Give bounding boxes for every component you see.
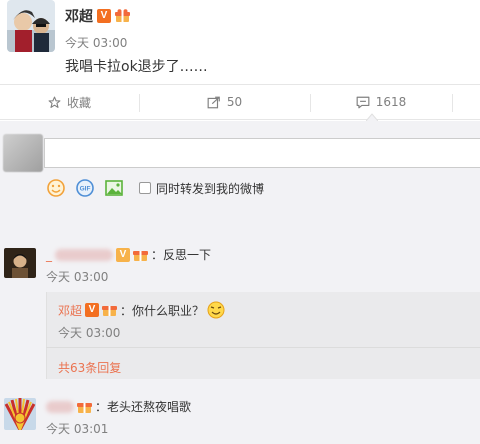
comment-input[interactable] <box>44 138 480 168</box>
gift-badge-icon <box>115 9 130 22</box>
svg-text:GIF: GIF <box>80 186 91 193</box>
reply-time: 今天 03:00 <box>58 326 121 340</box>
my-avatar <box>3 134 43 172</box>
commenter-name[interactable]: _ <box>46 248 52 262</box>
gift-badge-icon <box>77 402 92 413</box>
forward-to-my-weibo-option[interactable]: 同时转发到我的微博 <box>139 180 264 197</box>
reply-line: 邓超 V ：你什么职业？ <box>58 301 225 319</box>
comment-icon <box>356 96 370 108</box>
reply-author-name[interactable]: 邓超 <box>58 302 82 319</box>
like-button[interactable] <box>452 85 480 119</box>
poster-avatar[interactable] <box>7 0 55 52</box>
smile-emoji-icon <box>207 301 225 319</box>
comment-text: ：老头还熬夜唱歌 <box>95 400 192 414</box>
comment-time: 今天 03:00 <box>46 270 109 284</box>
forward-count: 50 <box>226 95 243 109</box>
comment-line: _ V ：反思一下 <box>46 246 211 263</box>
forward-checkbox[interactable] <box>139 182 151 194</box>
comment-text: ：反思一下 <box>151 248 212 262</box>
gift-badge-icon <box>102 306 118 316</box>
star-icon <box>48 96 61 108</box>
post-time[interactable]: 今天 03:00 <box>65 34 127 51</box>
comment-count: 1618 <box>375 95 407 109</box>
verified-badge-icon: V <box>85 303 100 317</box>
action-bar: 收藏 50 1618 <box>0 84 480 120</box>
composer-toolbar: GIF 同时转发到我的微博 <box>46 178 264 198</box>
poster-name[interactable]: 邓超 <box>65 6 93 26</box>
post-text: 我唱卡拉ok退步了…… <box>65 59 208 75</box>
commenter-name-blurred[interactable] <box>55 248 113 261</box>
favorite-label: 收藏 <box>66 95 91 110</box>
favorite-button[interactable]: 收藏 <box>0 85 139 119</box>
verified-badge-icon: V <box>116 247 130 262</box>
comment-line: ：老头还熬夜唱歌 <box>46 398 191 415</box>
comment-time: 今天 03:01 <box>46 422 109 436</box>
commenter-avatar[interactable] <box>4 248 36 278</box>
reply-text: ：你什么职业？ <box>120 303 205 318</box>
gift-badge-icon <box>133 250 148 261</box>
image-icon[interactable] <box>104 178 124 198</box>
forward-icon <box>207 96 220 108</box>
active-tab-caret-icon <box>366 113 378 121</box>
verified-badge-icon: V <box>97 9 111 23</box>
view-all-replies-link[interactable]: 共63条回复 <box>58 359 121 376</box>
emoji-icon[interactable] <box>46 178 66 198</box>
forward-button[interactable]: 50 <box>139 85 310 119</box>
forward-checkbox-label: 同时转发到我的微博 <box>156 181 265 196</box>
post-card: 邓超 V 今天 03:00 我唱卡拉ok退步了…… <box>0 0 480 84</box>
commenter-name-blurred[interactable] <box>46 400 74 413</box>
commenter-avatar[interactable] <box>4 398 36 430</box>
comment-button[interactable]: 1618 <box>310 85 452 119</box>
reply-divider <box>46 347 480 348</box>
gif-icon[interactable]: GIF <box>75 178 95 198</box>
